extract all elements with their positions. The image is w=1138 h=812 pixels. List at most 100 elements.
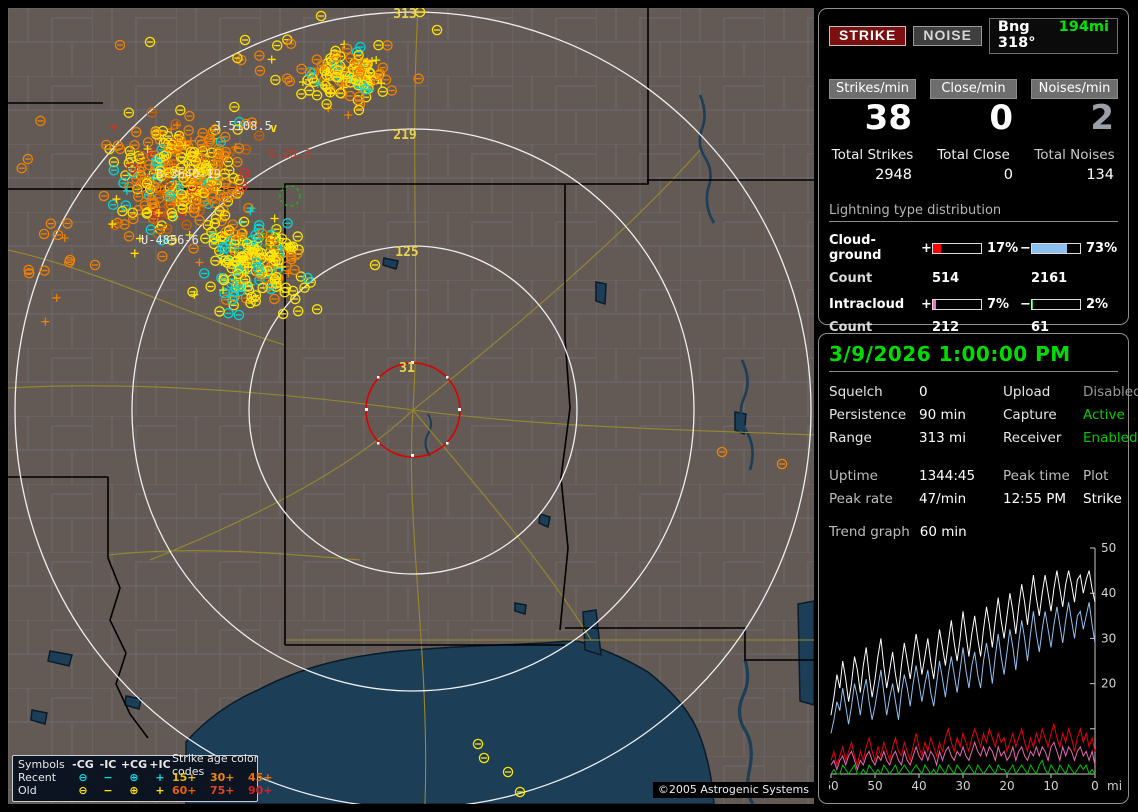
age-90: 90+ bbox=[248, 784, 286, 797]
ic-minus-pct: 2% bbox=[1081, 297, 1120, 312]
copyright-text: ©2005 Astrogenic Systems bbox=[653, 782, 814, 798]
strike-button[interactable]: STRIKE bbox=[829, 26, 906, 46]
strikes-per-min-chip: Strikes/min bbox=[829, 79, 916, 99]
trend-line-green-rate bbox=[831, 760, 1095, 774]
persistence-value: 90 min bbox=[919, 407, 1003, 423]
legend-col-pic: +IC bbox=[148, 758, 172, 771]
trend-line-white-rate bbox=[831, 571, 1095, 716]
cg-plus-count: 514 bbox=[932, 271, 1020, 286]
map-legend: Symbols -CG -IC +CG +IC Strike age color… bbox=[12, 755, 258, 802]
plot-label: Plot bbox=[1083, 468, 1122, 484]
ring-label-125: 125 bbox=[395, 245, 418, 260]
intracloud-row: Intracloud + 7% − 2% bbox=[829, 297, 1118, 312]
distribution-heading: Lightning type distribution bbox=[829, 203, 1118, 222]
cg-minus-bar bbox=[1031, 243, 1081, 254]
svg-text:10: 10 bbox=[1043, 779, 1058, 793]
range-value: 313 mi bbox=[919, 430, 1003, 446]
peak-time-label: Peak time bbox=[1003, 468, 1083, 484]
plus-sign: + bbox=[921, 297, 932, 312]
svg-text:60: 60 bbox=[829, 779, 839, 793]
trend-graph-label: Trend graph bbox=[829, 524, 910, 540]
total-close-value: 0 bbox=[930, 167, 1017, 183]
close-per-min-value: 0 bbox=[930, 99, 1017, 138]
receiver-label: Receiver bbox=[1003, 430, 1083, 446]
storm-cell-label: B-3640-19 bbox=[156, 167, 221, 181]
legend-row-label: Recent bbox=[18, 771, 70, 784]
svg-text:50: 50 bbox=[1101, 542, 1116, 555]
noise-button[interactable]: NOISE bbox=[913, 26, 982, 46]
bearing-label: Bng 318° bbox=[998, 19, 1047, 51]
trend-window-value: 60 min bbox=[920, 524, 967, 540]
svg-text:min: min bbox=[1107, 779, 1123, 793]
trend-graph: 6050403020100min50403020 bbox=[829, 542, 1123, 798]
close-per-min-chip: Close/min bbox=[930, 79, 1017, 99]
recent-pic-icon: + bbox=[148, 771, 172, 784]
upload-status: Disabled bbox=[1083, 384, 1138, 400]
cg-count-row: Count 514 2161 bbox=[829, 271, 1118, 286]
svg-text:40: 40 bbox=[911, 779, 926, 793]
legend-col-pcg: +CG bbox=[120, 758, 148, 771]
squelch-value: 0 bbox=[919, 384, 1003, 400]
old-pic-icon: + bbox=[148, 784, 172, 797]
noises-per-min-value: 2 bbox=[1031, 99, 1118, 138]
capture-status: Active bbox=[1083, 407, 1138, 423]
datetime: 3/9/2026 1:00:00 PM bbox=[829, 342, 1118, 366]
squelch-label: Squelch bbox=[829, 384, 919, 400]
ring-label-31: 31 bbox=[399, 361, 415, 376]
plot-value: Strike bbox=[1083, 491, 1122, 507]
map-canvas: 313 219 125 31 J-5108.5 v R-29.3 B-3640-… bbox=[8, 8, 814, 804]
legend-row-label: Old bbox=[18, 784, 70, 797]
noises-per-min-chip: Noises/min bbox=[1031, 79, 1118, 99]
storm-cell-label: J-5108.5 bbox=[214, 119, 272, 133]
peak-rate-value: 47/min bbox=[919, 491, 1003, 507]
old-pcg-icon: ⊕ bbox=[120, 784, 148, 797]
uptime-value: 1344:45 bbox=[919, 468, 1003, 484]
cg-minus-pct: 73% bbox=[1081, 241, 1120, 256]
old-nic-icon: − bbox=[96, 784, 120, 797]
intracloud-label: Intracloud bbox=[829, 297, 921, 312]
stats-grid: Uptime 1344:45 Peak time Plot Peak rate … bbox=[829, 468, 1118, 507]
ring-label-313: 313 bbox=[393, 8, 416, 22]
minus-sign: − bbox=[1020, 241, 1031, 256]
svg-text:20: 20 bbox=[999, 779, 1014, 793]
lightning-map[interactable]: 313 219 125 31 J-5108.5 v R-29.3 B-3640-… bbox=[8, 8, 814, 804]
total-close-label: Total Close bbox=[930, 147, 1017, 163]
svg-text:40: 40 bbox=[1101, 586, 1116, 600]
storm-cell-label: U-4856-6 bbox=[141, 233, 199, 247]
svg-text:50: 50 bbox=[867, 779, 882, 793]
ic-minus-bar bbox=[1031, 299, 1081, 310]
receiver-status: Enabled bbox=[1083, 430, 1138, 446]
upload-label: Upload bbox=[1003, 384, 1083, 400]
legend-symbols-header: Symbols bbox=[18, 758, 70, 771]
total-strikes-value: 2948 bbox=[829, 167, 916, 183]
svg-text:20: 20 bbox=[1101, 677, 1116, 691]
storm-cell-label: R-29.3 bbox=[268, 147, 311, 161]
old-ncg-icon: ⊖ bbox=[70, 784, 96, 797]
age-15: 15+ bbox=[172, 771, 210, 784]
cg-minus-count: 2161 bbox=[1031, 271, 1120, 286]
persistence-label: Persistence bbox=[829, 407, 919, 423]
bearing-box: Bng 318° 194mi bbox=[989, 18, 1118, 54]
svg-text:30: 30 bbox=[1101, 631, 1116, 645]
storm-cell-arrow-icon: v bbox=[270, 121, 277, 135]
cg-plus-pct: 17% bbox=[982, 241, 1020, 256]
strike-stats-panel: STRIKE NOISE Bng 318° 194mi Strikes/min … bbox=[818, 8, 1129, 325]
uptime-label: Uptime bbox=[829, 468, 919, 484]
age-45: 45+ bbox=[248, 771, 286, 784]
capture-label: Capture bbox=[1003, 407, 1083, 423]
range-label: Range bbox=[829, 430, 919, 446]
trend-line-blue-rate bbox=[831, 602, 1095, 733]
total-noises-label: Total Noises bbox=[1031, 147, 1118, 163]
recent-ncg-icon: ⊖ bbox=[70, 771, 96, 784]
cloud-ground-row: Cloud-ground + 17% − 73% bbox=[829, 233, 1118, 263]
svg-text:0: 0 bbox=[1091, 779, 1099, 793]
total-strikes-label: Total Strikes bbox=[829, 147, 916, 163]
minus-sign: − bbox=[1020, 297, 1031, 312]
status-panel: 3/9/2026 1:00:00 PM Squelch 0 Upload Dis… bbox=[818, 333, 1129, 804]
age-60: 60+ bbox=[172, 784, 210, 797]
peak-time-value: 12:55 PM bbox=[1003, 491, 1083, 507]
trend-series-lines bbox=[831, 571, 1095, 774]
trend-line-red-rate bbox=[831, 724, 1095, 765]
legend-col-ncg: -CG bbox=[70, 758, 96, 771]
settings-grid: Squelch 0 Upload Disabled Persistence 90… bbox=[829, 384, 1118, 446]
